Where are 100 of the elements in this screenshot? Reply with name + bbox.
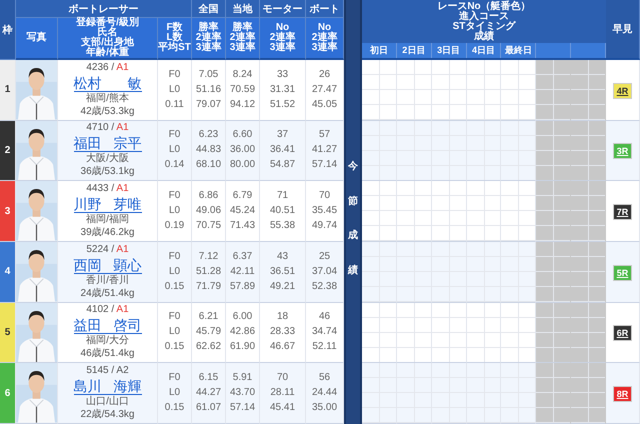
stat-value: 45.79	[196, 326, 222, 338]
stat-value: L0	[168, 387, 180, 400]
result-cell	[571, 60, 606, 121]
result-cell	[571, 181, 606, 242]
column-header: 支部/出身地	[81, 38, 134, 48]
stat-value: 57.89	[230, 280, 256, 293]
stat-value: 0.19	[164, 220, 184, 232]
result-cell	[501, 60, 536, 121]
stat-value: L0	[168, 205, 180, 218]
stat-value: 6.37	[232, 250, 252, 263]
column-header: 2連率	[312, 33, 338, 43]
racer-class: A1	[116, 62, 129, 73]
stat-value: 6.60	[232, 129, 252, 142]
vertical-label: 今節成績	[348, 160, 358, 278]
stat-value: 49.21	[270, 280, 296, 293]
stat-value: 54.87	[270, 159, 296, 172]
age-weight: 42歳/53.3kg	[80, 106, 134, 118]
registration-number: 4236 /	[86, 62, 114, 73]
stat-value: 45.41	[270, 402, 296, 414]
stat-value: 6.23	[198, 129, 218, 142]
stat-value: 46.67	[270, 341, 296, 354]
racer-class: A1	[116, 183, 129, 194]
stat-value: 51.52	[270, 98, 296, 111]
result-cell	[362, 60, 397, 121]
racer-name-link[interactable]: 川野 芽唯	[74, 196, 142, 214]
day-header: 初日	[362, 43, 397, 58]
stat-value: F0	[168, 68, 180, 81]
racer-name-link[interactable]: 益田 啓司	[74, 317, 142, 334]
registration-number: 5145 /	[86, 365, 114, 376]
result-cell	[501, 363, 536, 424]
column-header: 3連率	[312, 43, 338, 53]
racer-name-link[interactable]: 西岡 顕心	[74, 256, 142, 274]
stat-value: 31.31	[270, 84, 296, 96]
age-weight: 24歳/51.4kg	[80, 288, 134, 300]
stat-value: 45.05	[312, 98, 338, 111]
stat-value: 0.11	[165, 98, 184, 111]
frame-number: 4	[0, 242, 16, 303]
column-header: ボートレーサー	[16, 0, 192, 18]
column-header: 写真	[16, 18, 58, 60]
result-cell	[362, 363, 397, 424]
stat-value: 6.21	[198, 311, 218, 324]
racer-name-link[interactable]: 松村 敏	[74, 74, 142, 92]
result-cell	[396, 242, 432, 303]
stat-value: 70	[318, 190, 330, 202]
day-header: 最終日	[501, 43, 536, 58]
race-link[interactable]: 8R	[614, 387, 631, 402]
stat-value: 8.24	[232, 68, 252, 81]
racer-name-link[interactable]: 福田 宗平	[74, 135, 142, 152]
stat-value: 52.38	[312, 280, 338, 293]
result-cell	[362, 242, 397, 303]
stat-value: 42.86	[230, 326, 256, 338]
column-header: STタイミング	[452, 22, 516, 32]
racer-name-link[interactable]: 島川 海輝	[74, 378, 142, 396]
result-cell	[571, 120, 606, 182]
registration-number: 5224 /	[86, 244, 114, 255]
result-cell	[501, 242, 536, 303]
race-link[interactable]: 6R	[614, 326, 631, 340]
column-header: 平均ST	[158, 43, 191, 53]
stat-value: L0	[168, 266, 180, 278]
stat-value: 44.27	[196, 387, 222, 400]
result-cell	[362, 120, 397, 182]
column-header: 登録番号/級別	[76, 18, 139, 28]
column-header: 年齢/体重	[86, 48, 129, 58]
column-header: No	[276, 23, 290, 33]
stat-value: 62.62	[196, 341, 222, 354]
result-cell	[571, 363, 606, 424]
stat-value: L0	[168, 84, 180, 96]
racer-class: A1	[116, 122, 129, 134]
racer-class: A1	[116, 304, 129, 316]
result-cell	[396, 181, 432, 242]
stat-value: 51.28	[196, 266, 222, 278]
result-cell	[432, 120, 467, 182]
stat-value: L0	[168, 326, 180, 338]
result-cell	[501, 181, 536, 242]
branch-origin: 香川/香川	[86, 274, 129, 287]
race-link[interactable]: 7R	[614, 205, 631, 220]
stat-value: 0.15	[164, 280, 184, 293]
age-weight: 36歳/53.1kg	[80, 166, 134, 178]
stat-value: 68.10	[196, 159, 222, 172]
branch-origin: 福岡/熊本	[86, 92, 129, 105]
column-header: 早見	[606, 0, 640, 60]
stat-value: 49.74	[312, 220, 338, 232]
stat-value: 71.43	[230, 220, 256, 232]
frame-number: 3	[0, 181, 16, 242]
stat-value: 7.05	[198, 68, 218, 81]
branch-origin: 山口/山口	[86, 396, 129, 408]
result-cell	[501, 302, 536, 364]
stat-value: 43	[276, 250, 288, 263]
column-header: 全国	[192, 0, 226, 18]
stat-value: 71	[276, 190, 288, 202]
stat-value: 18	[276, 311, 288, 324]
column-header: F数	[166, 23, 183, 33]
result-cell	[536, 181, 572, 242]
registration-number: 4102 /	[86, 304, 114, 316]
stat-value: 26	[318, 68, 330, 81]
stat-value: 42.11	[230, 266, 255, 278]
race-link[interactable]: 4R	[614, 84, 631, 98]
column-header: 成績	[474, 32, 494, 42]
stat-value: 45.24	[230, 205, 256, 218]
stat-value: 71.79	[196, 280, 222, 293]
